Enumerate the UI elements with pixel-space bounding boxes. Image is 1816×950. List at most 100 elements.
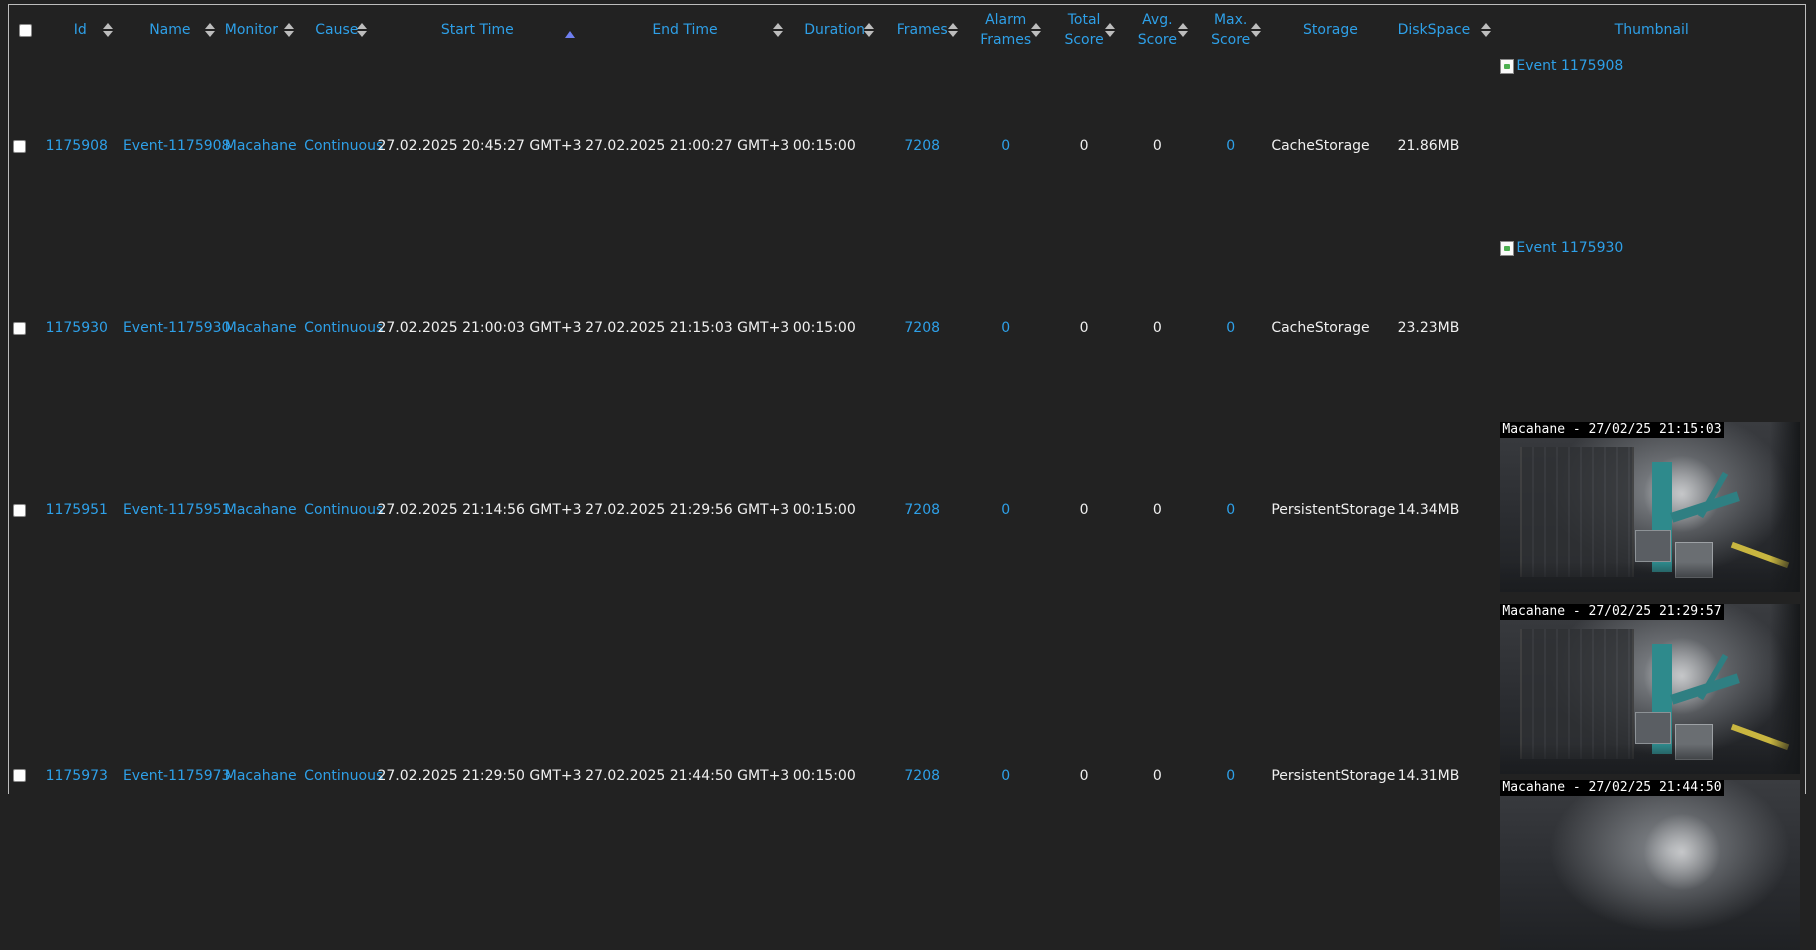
total-score: 0: [1079, 767, 1089, 784]
event-id-link[interactable]: 1175930: [42, 237, 119, 419]
avg-score: 0: [1152, 502, 1162, 518]
thumbnail-image[interactable]: Macahane - 27/02/25 21:15:03: [1500, 422, 1801, 592]
table-row[interactable]: 1175930 Event-1175930 Macahane Continuou…: [9, 237, 1806, 419]
row-checkbox[interactable]: [13, 139, 26, 153]
sort-icon[interactable]: [102, 21, 113, 39]
table-row[interactable]: 1175908 Event-1175908 Macahane Continuou…: [9, 55, 1806, 237]
end-time: 27.02.2025 21:44:50 GMT+3: [585, 767, 790, 784]
event-id-link[interactable]: 1175951: [42, 419, 119, 601]
column-header-frames[interactable]: Frames: [880, 5, 963, 55]
header-row: Id Name Monitor Cause Start Time End Tim…: [9, 5, 1806, 55]
column-header-avg-score[interactable]: Avg. Score: [1121, 5, 1194, 55]
column-label-avg-score: Avg. Score: [1138, 10, 1177, 50]
disk-space: 23.23MB: [1397, 320, 1460, 336]
max-score-link[interactable]: 0: [1194, 419, 1267, 601]
end-time: 27.02.2025 21:00:27 GMT+3: [585, 138, 790, 154]
sort-icon[interactable]: [1178, 21, 1189, 39]
sort-icon[interactable]: [1104, 21, 1115, 39]
column-header-max-score[interactable]: Max. Score: [1194, 5, 1267, 55]
event-name-link[interactable]: Event-1175908: [119, 55, 231, 237]
sort-icon[interactable]: [947, 21, 958, 39]
column-label-total-score-line2: Score: [1064, 32, 1104, 48]
table-row[interactable]: 1175951 Event-1175951 Macahane Continuou…: [9, 419, 1806, 601]
thumbnail-link[interactable]: Event 1175930: [1500, 240, 1623, 256]
sort-icon[interactable]: [1031, 21, 1042, 39]
sort-icon[interactable]: [204, 21, 215, 39]
column-label-alarm-frames: Alarm Frames: [980, 10, 1031, 50]
column-header-total-score[interactable]: Total Score: [1047, 5, 1120, 55]
column-label-duration: Duration: [804, 22, 866, 38]
max-score-link[interactable]: 0: [1194, 55, 1267, 237]
column-header-monitor[interactable]: Monitor: [221, 5, 300, 55]
cause-link[interactable]: Continuous: [300, 419, 383, 601]
column-header-start-time[interactable]: Start Time: [373, 5, 581, 55]
row-select-cell: [9, 601, 42, 950]
monitor-link[interactable]: Macahane: [221, 55, 300, 237]
monitor-link[interactable]: Macahane: [221, 419, 300, 601]
max-score-link[interactable]: 0: [1194, 601, 1267, 950]
alarm-frames-link[interactable]: 0: [964, 237, 1047, 419]
cause-link[interactable]: Continuous: [300, 237, 383, 419]
frames-link[interactable]: 7208: [880, 237, 963, 419]
frames-link[interactable]: 7208: [880, 601, 963, 950]
frames-link[interactable]: 7208: [880, 419, 963, 601]
sort-icon[interactable]: [357, 21, 368, 39]
alarm-frames-link[interactable]: 0: [964, 419, 1047, 601]
cause-link[interactable]: Continuous: [300, 601, 383, 950]
select-all-checkbox[interactable]: [18, 23, 32, 37]
start-time: 27.02.2025 21:29:50 GMT+3: [377, 767, 582, 784]
frames-link[interactable]: 7208: [880, 55, 963, 237]
next-thumbnail-image[interactable]: Macahane - 27/02/25 21:44:50: [1500, 780, 1801, 950]
column-label-thumbnail: Thumbnail: [1614, 22, 1689, 38]
total-score: 0: [1079, 138, 1089, 154]
thumbnail-timestamp: Macahane - 27/02/25 21:15:03: [1500, 422, 1724, 438]
row-checkbox[interactable]: [13, 503, 26, 517]
column-header-duration[interactable]: Duration: [789, 5, 881, 55]
column-label-storage: Storage: [1303, 22, 1358, 38]
scene-machine: [1635, 712, 1672, 744]
scene-floor: [1500, 744, 1801, 774]
alarm-frames-link[interactable]: 0: [964, 601, 1047, 950]
thumbnail-cell: Event 1175930: [1497, 237, 1806, 419]
column-label-cause: Cause: [315, 22, 359, 38]
event-name-link[interactable]: Event-1175951: [119, 419, 231, 601]
monitor-link[interactable]: Macahane: [221, 601, 300, 950]
thumbnail-link[interactable]: Event 1175908: [1500, 58, 1623, 74]
event-name-link[interactable]: Event-1175930: [119, 237, 231, 419]
column-header-alarm-frames[interactable]: Alarm Frames: [964, 5, 1047, 55]
start-time: 27.02.2025 21:14:56 GMT+3: [377, 502, 582, 518]
column-label-monitor: Monitor: [224, 22, 278, 38]
event-name-link[interactable]: Event-1175973: [119, 601, 231, 950]
events-table: Id Name Monitor Cause Start Time End Tim…: [9, 5, 1806, 950]
thumbnail-image[interactable]: Macahane - 27/02/25 21:29:57: [1500, 604, 1801, 774]
column-header-name[interactable]: Name: [119, 5, 221, 55]
max-score-link[interactable]: 0: [1194, 237, 1267, 419]
start-time: 27.02.2025 21:00:03 GMT+3: [377, 320, 582, 336]
sort-icon[interactable]: [284, 21, 295, 39]
column-header-end-time[interactable]: End Time: [581, 5, 789, 55]
thumbnail-timestamp: Macahane - 27/02/25 21:29:57: [1500, 604, 1724, 620]
storage: PersistentStorage: [1271, 502, 1396, 518]
column-label-alarm-frames-line2: Frames: [980, 32, 1032, 48]
alarm-frames-link[interactable]: 0: [964, 55, 1047, 237]
column-label-max-score-line1: Max.: [1213, 12, 1248, 28]
event-id-link[interactable]: 1175973: [42, 601, 119, 950]
column-header-disk-space[interactable]: DiskSpace: [1394, 5, 1498, 55]
column-label-frames: Frames: [896, 22, 948, 38]
event-id-link[interactable]: 1175908: [42, 55, 119, 237]
sort-icon[interactable]: [1481, 21, 1492, 39]
disk-space: 14.31MB: [1397, 767, 1460, 784]
sort-icon[interactable]: [772, 21, 783, 39]
cause-link[interactable]: Continuous: [300, 55, 383, 237]
table-row[interactable]: 1175973 Event-1175973 Macahane Continuou…: [9, 601, 1806, 950]
sort-icon[interactable]: [864, 21, 875, 39]
thumbnail-timestamp: Macahane - 27/02/25 21:44:50: [1500, 780, 1724, 796]
row-checkbox[interactable]: [13, 321, 26, 335]
column-label-avg-score-line1: Avg.: [1142, 12, 1173, 28]
column-header-id[interactable]: Id: [42, 5, 119, 55]
column-header-cause[interactable]: Cause: [300, 5, 373, 55]
monitor-link[interactable]: Macahane: [221, 237, 300, 419]
row-checkbox[interactable]: [13, 769, 26, 782]
sort-icon[interactable]: [1251, 21, 1262, 39]
sort-ascending-icon[interactable]: [565, 31, 576, 38]
